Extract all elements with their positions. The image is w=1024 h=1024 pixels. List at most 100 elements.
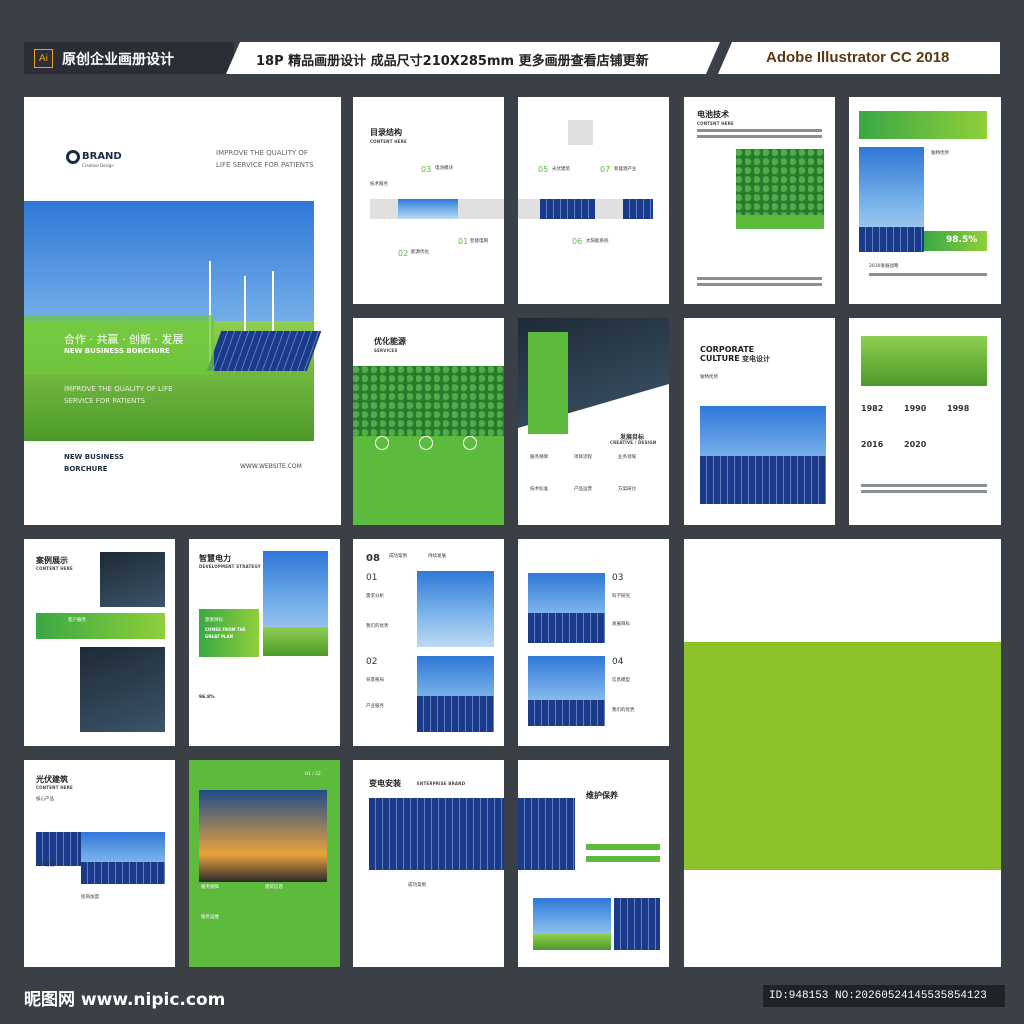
brand-num-01: 01 (366, 573, 378, 583)
maint-title: 维护保养 (586, 791, 618, 800)
cases-page: 案例展示 CONTENT HERE 客户服务 (24, 539, 175, 746)
maint-image-3 (614, 898, 660, 950)
brand-title-2: 持续发展 (428, 554, 446, 559)
toc-item: 太阳能系统 (586, 239, 609, 244)
cases-band-label: 客户服务 (68, 618, 86, 623)
stats-label: 独特优势 (931, 151, 949, 156)
brand-label: 需求分析 (366, 594, 384, 599)
toc-item: 电池模块 (435, 166, 453, 171)
smart-image (263, 551, 328, 656)
substation-page: 变电安装 ENTERPRISE BRAND 成功案例 (353, 760, 504, 967)
toc-item: 光伏建筑 (552, 167, 570, 172)
power-image (199, 790, 327, 882)
brand-logo-icon (66, 150, 80, 164)
toc-number: 06 (572, 237, 583, 246)
smart-goal: 愿景目标 (205, 618, 223, 623)
battery-page: 电池技术 CONTENT HERE (684, 97, 835, 304)
header-software-label: Adobe Illustrator CC 2018 (766, 49, 950, 66)
pv-invest: 招商加盟 (81, 895, 99, 900)
pv-subtitle: CONTENT HERE (36, 785, 73, 790)
brand-title: 成功案例 (389, 554, 407, 559)
back-cover-green-band (684, 642, 1001, 870)
pv-title: 光伏建筑 (36, 775, 68, 784)
illustrator-icon: Ai (34, 49, 53, 68)
header-right-bar: Adobe Illustrator CC 2018 (718, 42, 1000, 74)
stats-percent: 98.5% (946, 235, 978, 245)
toc-number: 02 (398, 249, 409, 258)
cover-cn-slogan: 合作 · 共赢 · 创新 · 发展 (64, 333, 184, 346)
dev-item: 业务领域 (618, 455, 636, 460)
dev-item: 服务保障 (530, 455, 548, 460)
toc-item: 智能电网 (470, 239, 488, 244)
brand-number: 08 (366, 553, 380, 564)
battery-title: 电池技术 (697, 110, 729, 119)
services-image (353, 366, 504, 436)
brand-label: 背景格局 (366, 678, 384, 683)
science-label: 科学研究 (612, 594, 630, 599)
cases-image (100, 552, 165, 607)
services-page: 优化能源 SERVICES (353, 318, 504, 525)
toc-panel-image (540, 199, 595, 219)
services-title: 优化能源 (374, 337, 406, 346)
toc-item: 技术服务 (370, 182, 388, 187)
brand-name: BRAND (82, 151, 122, 162)
timeline-year: 2016 (861, 440, 884, 449)
toc-number: 05 (538, 165, 549, 174)
stats-image (859, 147, 924, 252)
battery-image (736, 149, 824, 215)
science-label: 信息模型 (612, 678, 630, 683)
service-icon (375, 436, 389, 450)
cover-tagline-2: IMPROVE THE QUALITY OF LIFE SERVICE FOR … (64, 385, 173, 405)
header-middle-title: 18P 精品画册设计 成品尺寸210X285mm 更多画册查看店铺更新 (256, 54, 649, 69)
culture-label: 独特优势 (700, 375, 718, 380)
cover-website: WWW.WEBSITE.COM (240, 463, 302, 470)
science-label: 发展目标 (612, 622, 630, 627)
brand-page: 08 成功案例 持续发展 01 需求分析 我们的优势 02 背景格局 产业服务 (353, 539, 504, 746)
timeline-year: 1998 (947, 404, 970, 413)
culture-title-cn: 变电设计 (742, 355, 770, 363)
dev-item: 方案研讨 (618, 487, 636, 492)
service-icon (419, 436, 433, 450)
charger-image (417, 571, 494, 647)
timeline-year: 2020 (904, 440, 927, 449)
science-num-03: 03 (612, 573, 624, 583)
culture-page: CORPORATE CULTURE 变电设计 独特优势 (684, 318, 835, 525)
power-item: 建筑信息 (265, 885, 283, 890)
power-page: 01 / 22 服务保障 建筑信息 服务运维 (189, 760, 340, 967)
dev-item: 产品运营 (574, 487, 592, 492)
maint-page: 维护保养 (518, 760, 669, 967)
pv-ai: 人工智能 (36, 863, 54, 868)
toc-number: 01 (458, 237, 469, 246)
image-id: ID:948153 NO:20260524145535854123 (763, 985, 1005, 1007)
dev-subtitle: CREATIVE / DESIGN (610, 440, 657, 445)
dev-item: 技术标准 (530, 487, 548, 492)
brand-label: 我们的优势 (366, 624, 389, 629)
power-item: 服务保障 (201, 885, 219, 890)
pv-core: 核心产品 (36, 797, 54, 802)
brand-num-02: 02 (366, 657, 378, 667)
cases-subtitle: CONTENT HERE (36, 566, 73, 571)
science-image-2 (528, 656, 605, 726)
header-middle-bar: 18P 精品画册设计 成品尺寸210X285mm 更多画册查看店铺更新 (226, 42, 720, 74)
smart-percent: 96.8% (199, 695, 215, 700)
toc-image (398, 199, 458, 219)
science-label: 我们的优势 (612, 708, 635, 713)
cover-page: BRAND Creative Design IMPROVE THE QUALIT… (24, 97, 341, 525)
timeline-image (861, 336, 987, 386)
pv-page: 光伏建筑 CONTENT HERE 核心产品 人工智能 招商加盟 (24, 760, 175, 967)
toc-subtitle: CONTENT HERE (370, 139, 407, 144)
science-num-04: 04 (612, 657, 624, 667)
power-item: 服务运维 (201, 915, 219, 920)
brand-image-2 (417, 656, 494, 732)
culture-image (700, 406, 826, 504)
header-left-bar: Ai 原创企业画册设计 (24, 42, 234, 74)
cover-footer-title: NEW BUSINESS BORCHURE (64, 453, 124, 473)
toc-number: 03 (421, 165, 432, 174)
brand-label: 产业服务 (366, 704, 384, 709)
toc-title: 目录结构 (370, 128, 402, 137)
stats-page: 独特优势 98.5% 2030发展战略 (849, 97, 1001, 304)
site-logo[interactable]: 昵图网 www.nipic.com (24, 985, 225, 1010)
smart-title: 智慧电力 (199, 554, 231, 563)
back-cover-page (684, 539, 1001, 967)
battery-pack-image (80, 647, 165, 732)
